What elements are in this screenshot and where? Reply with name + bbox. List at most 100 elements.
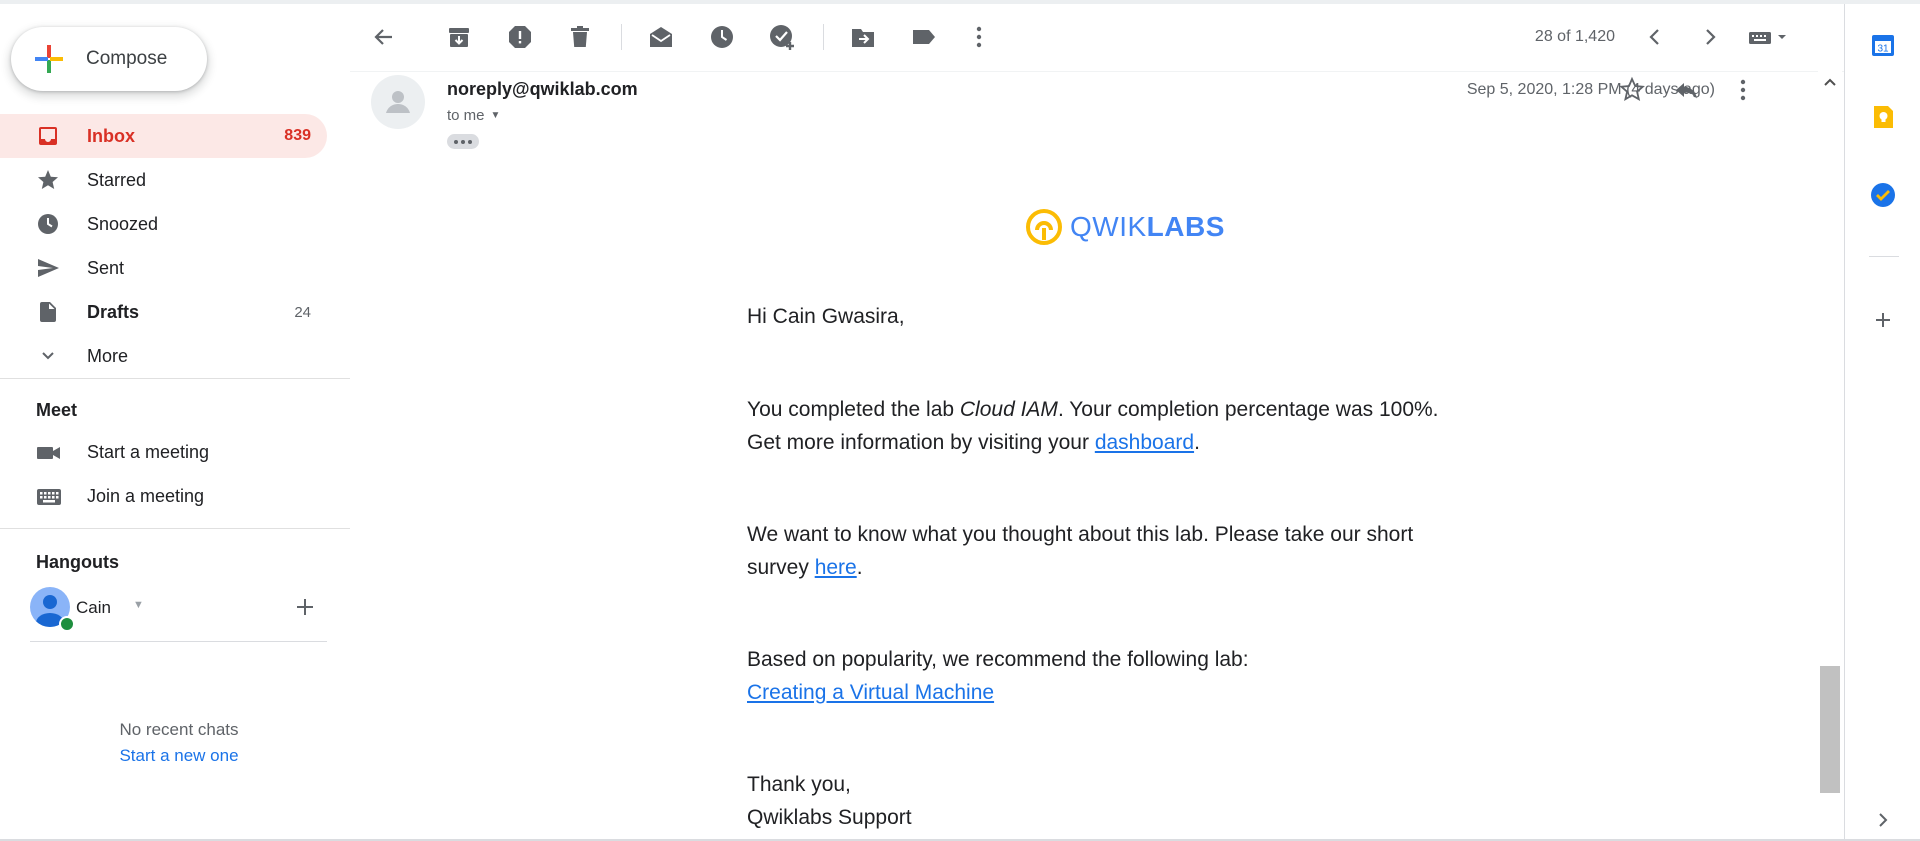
side-panel: 31 [1844, 4, 1920, 839]
snooze-icon[interactable] [708, 23, 736, 51]
start-meeting-label: Start a meeting [87, 442, 210, 462]
tasks-icon[interactable] [1869, 181, 1897, 209]
lab-name: Cloud IAM [959, 398, 1058, 421]
video-camera-icon [37, 447, 60, 459]
add-chat-icon[interactable] [294, 596, 316, 618]
keyboard-icon [37, 489, 61, 505]
divider [1869, 256, 1899, 257]
inbox-icon [39, 127, 57, 145]
clock-icon [38, 214, 58, 234]
hangouts-title: Hangouts [36, 552, 119, 572]
plus-icon [35, 45, 63, 73]
more-vert-icon[interactable] [1728, 75, 1758, 105]
mark-unread-icon[interactable] [647, 23, 675, 51]
join-meeting-item[interactable]: Join a meeting [0, 475, 327, 519]
logo-light: QWIK [1070, 211, 1147, 242]
caret-down-icon: ▼ [490, 110, 501, 121]
nav-item-snoozed[interactable]: Snoozed [0, 202, 327, 246]
reply-icon[interactable] [1672, 75, 1702, 105]
more-vert-icon[interactable] [965, 23, 993, 51]
archive-icon[interactable] [445, 23, 473, 51]
label-icon[interactable] [910, 23, 938, 51]
show-trimmed-content-button[interactable] [447, 134, 479, 149]
older-chevron-icon[interactable] [1696, 23, 1724, 51]
signoff: Thank you, [747, 773, 851, 796]
divider [621, 24, 622, 50]
star-outline-icon[interactable] [1617, 75, 1647, 105]
divider [0, 378, 350, 379]
caret-down-icon[interactable]: ▼ [133, 599, 144, 611]
divider [823, 24, 824, 50]
no-chats-text: No recent chats [119, 720, 239, 739]
divider [0, 528, 350, 529]
nav-label: Inbox [87, 125, 135, 146]
nav-item-more[interactable]: More [0, 334, 327, 378]
signoff-paragraph: Thank you, Qwiklabs Support [747, 768, 1507, 834]
input-tools-icon[interactable] [1747, 23, 1791, 51]
recipient-details-toggle[interactable]: to me ▼ [447, 107, 500, 124]
newer-chevron-icon[interactable] [1641, 23, 1669, 51]
add-task-icon[interactable] [768, 23, 796, 51]
text: Get more information by visiting your [747, 431, 1095, 454]
delete-icon[interactable] [566, 23, 594, 51]
nav-label: More [87, 345, 129, 366]
move-to-icon[interactable] [849, 23, 877, 51]
keep-icon[interactable] [1869, 103, 1897, 131]
star-icon [38, 170, 58, 189]
nav-label: Snoozed [87, 213, 159, 234]
recommendation-paragraph: Based on popularity, we recommend the fo… [747, 643, 1507, 709]
compose-button[interactable]: Compose [11, 27, 207, 91]
nav-label: Sent [87, 257, 125, 278]
start-meeting-item[interactable]: Start a meeting [0, 431, 327, 475]
qwiklabs-logo-mark-icon [1026, 209, 1062, 245]
qwiklabs-logo: QWIKLABS [1025, 207, 1225, 247]
unread-count: 839 [284, 127, 311, 144]
drafts-count: 24 [294, 303, 311, 321]
join-meeting-label: Join a meeting [87, 486, 205, 506]
logo-bold: LABS [1146, 211, 1225, 242]
online-status-dot [59, 616, 75, 632]
hangouts-user-name: Cain [76, 598, 111, 617]
back-arrow-icon[interactable] [370, 23, 398, 51]
completion-paragraph: You completed the lab Cloud IAM. Your co… [747, 393, 1507, 459]
draft-icon [40, 302, 56, 322]
nav-item-inbox[interactable]: Inbox 839 [0, 114, 327, 158]
report-spam-icon[interactable] [506, 23, 534, 51]
survey-paragraph: We want to know what you thought about t… [747, 518, 1507, 584]
greeting: Hi Cain Gwasira, [747, 305, 905, 328]
recipient-label: to me [447, 107, 485, 124]
nav-item-starred[interactable]: Starred [0, 158, 327, 202]
nav-item-drafts[interactable]: Drafts 24 [0, 290, 327, 334]
add-addon-icon[interactable] [1869, 306, 1897, 334]
meet-title: Meet [36, 400, 78, 420]
recommended-lab-link[interactable]: Creating a Virtual Machine [747, 681, 994, 704]
message-toolbar: 28 of 1,420 [350, 4, 1845, 72]
scroll-up-arrow-icon[interactable] [1821, 74, 1839, 92]
hangouts-user[interactable]: Cain ▼ [30, 587, 330, 632]
compose-label: Compose [86, 48, 168, 69]
signature: Qwiklabs Support [747, 806, 912, 829]
dashboard-link[interactable]: dashboard [1095, 431, 1194, 454]
logo-wordmark: QWIKLABS [1070, 211, 1225, 243]
send-icon [38, 259, 59, 277]
start-new-chat-link[interactable]: Start a new one [0, 746, 358, 766]
text: You completed the lab [747, 398, 960, 421]
sender-email: noreply@qwiklab.com [447, 79, 638, 99]
mail-nav: Inbox 839 Starred Snoozed Sent Drafts 24… [0, 114, 327, 378]
text: survey [747, 556, 815, 579]
text: . [856, 556, 863, 579]
text: We want to know what you thought about t… [747, 523, 1414, 546]
svg-text:31: 31 [1877, 44, 1889, 55]
expand-panel-chevron-icon[interactable] [1869, 806, 1897, 834]
sender-avatar [371, 75, 425, 129]
left-sidebar: Compose Inbox 839 Starred Snoozed Sent D… [0, 4, 350, 839]
text: . [1194, 431, 1200, 454]
scrollbar-thumb[interactable] [1820, 666, 1840, 793]
divider [30, 641, 327, 642]
survey-link[interactable]: here [815, 556, 857, 579]
text: Based on popularity, we recommend the fo… [747, 648, 1249, 671]
pagination-text: 28 of 1,420 [1534, 28, 1615, 45]
nav-label: Starred [87, 169, 147, 190]
nav-item-sent[interactable]: Sent [0, 246, 327, 290]
calendar-icon[interactable]: 31 [1869, 31, 1897, 59]
